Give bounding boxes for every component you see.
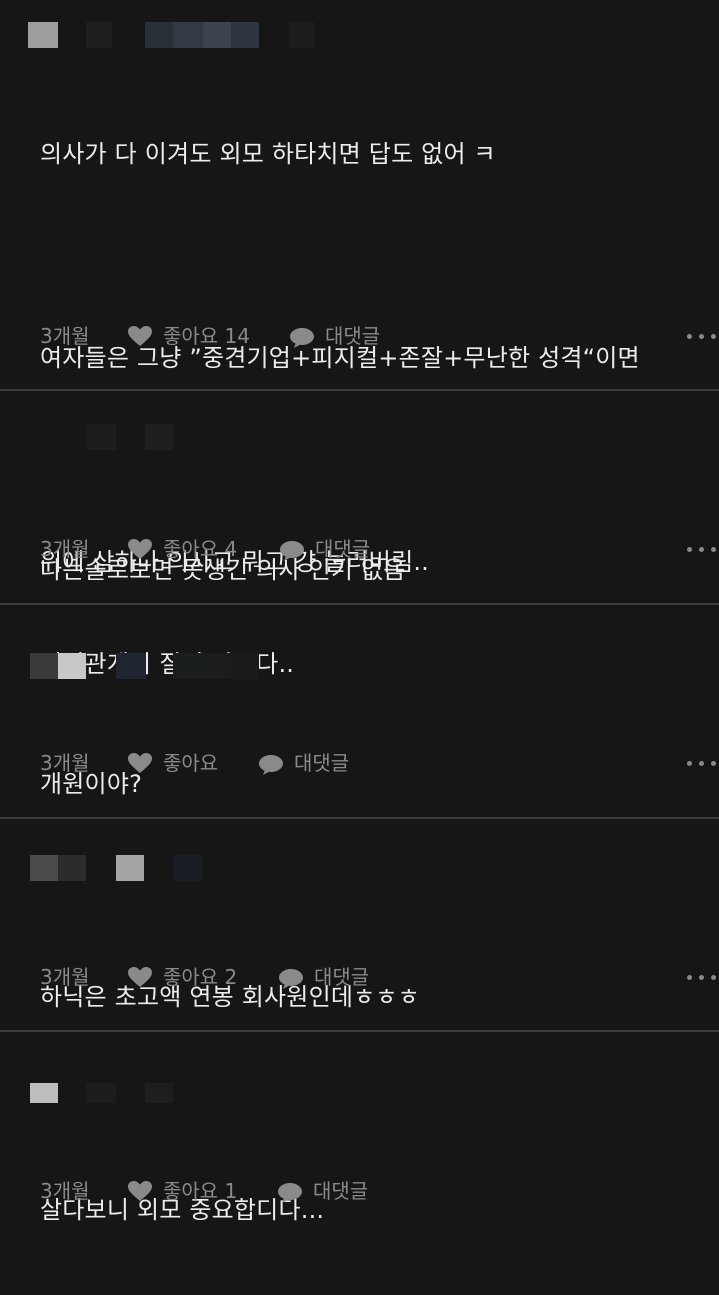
more-dots-icon[interactable] [687,547,719,553]
author-censored [0,855,719,885]
more-dots-icon[interactable] [687,975,719,981]
heart-icon[interactable] [127,325,153,347]
reply-button[interactable]: 대댓글 [314,962,369,992]
author-censored [0,653,719,683]
speech-bubble-icon[interactable] [289,327,315,349]
speech-bubble-icon[interactable] [258,754,284,776]
like-button[interactable]: 좋아요 14 [163,321,250,351]
like-button[interactable]: 좋아요 4 [163,534,237,564]
reply-button[interactable]: 대댓글 [315,534,370,564]
reply-button[interactable]: 대댓글 [325,321,380,351]
comment-meta: 3개월 좋아요 1 대댓글 [40,1176,719,1206]
comment-meta: 3개월 좋아요 4 대댓글 [40,534,719,564]
heart-icon[interactable] [127,538,153,560]
comment-text: 개원이야? [40,770,143,798]
heart-icon[interactable] [127,752,153,774]
comment-meta: 3개월 좋아요 대댓글 [40,748,719,778]
comment-text: 하닉은 초고액 연봉 회사원인데ㅎㅎㅎ [40,983,420,1011]
comment-divider [0,1030,719,1032]
heart-icon[interactable] [127,1180,153,1202]
comment-meta: 3개월 좋아요 14 대댓글 [40,321,719,351]
comment-text: 살다보니 외모 중요합디다... [40,1196,325,1224]
timestamp: 3개월 [40,965,90,989]
author-censored [0,1083,719,1113]
speech-bubble-icon[interactable] [277,1182,303,1204]
more-dots-icon[interactable] [687,334,719,340]
comment-divider [0,603,719,605]
timestamp: 3개월 [40,751,90,775]
comment-divider [0,817,719,819]
reply-button[interactable]: 대댓글 [313,1176,368,1206]
like-button[interactable]: 좋아요 [163,748,218,778]
timestamp: 3개월 [40,537,90,561]
author-censored [0,22,719,52]
heart-icon[interactable] [127,966,153,988]
timestamp: 3개월 [40,324,90,348]
speech-bubble-icon[interactable] [278,968,304,990]
timestamp: 3개월 [40,1179,90,1203]
more-dots-icon[interactable] [687,761,719,767]
author-censored [0,424,719,454]
reply-button[interactable]: 대댓글 [294,748,349,778]
like-button[interactable]: 좋아요 1 [163,1176,237,1206]
comment-text: 나는솔로보면 못생긴 의사 인기 없음 [40,556,406,584]
speech-bubble-icon[interactable] [279,540,305,562]
comment-meta: 3개월 좋아요 2 대댓글 [40,962,719,992]
comment-divider [0,389,719,391]
like-button[interactable]: 좋아요 2 [163,962,237,992]
